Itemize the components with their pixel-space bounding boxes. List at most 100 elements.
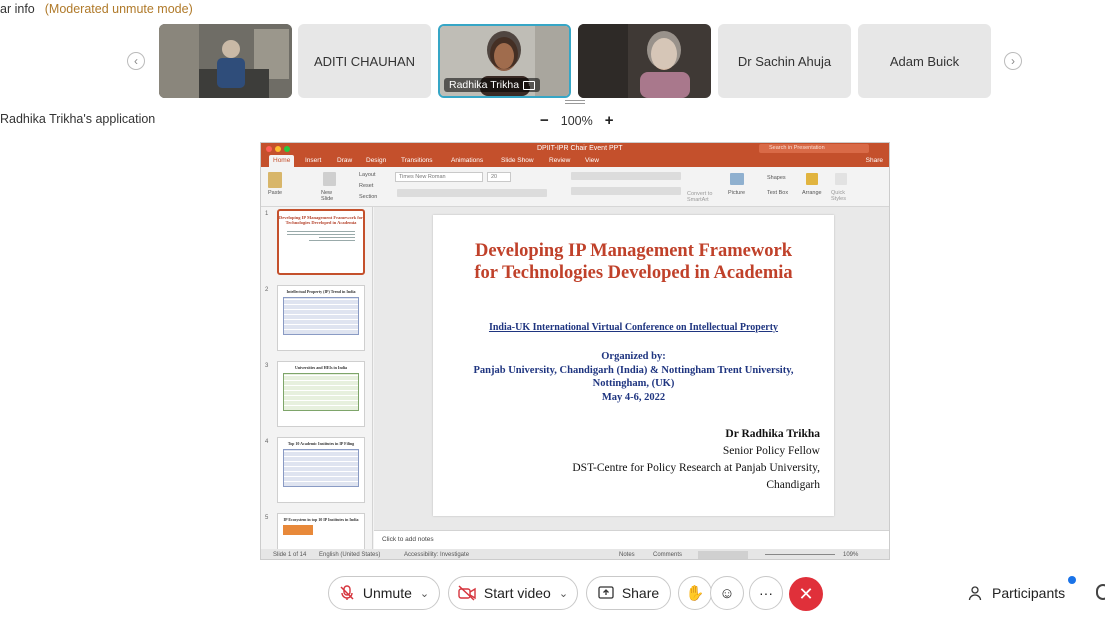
thumb-table — [283, 449, 359, 487]
unmute-button[interactable]: Unmute ⌄ — [328, 576, 440, 610]
ppt-text-box-label: Text Box — [767, 190, 789, 196]
slide-title: Developing IP Management Framework for T… — [433, 240, 834, 284]
reactions-button[interactable]: ☺ — [710, 576, 744, 610]
shared-application-label: Radhika Trikha's application — [0, 112, 156, 126]
video-tile-4[interactable] — [578, 24, 711, 98]
ppt-reset-label: Reset — [359, 183, 374, 189]
thumb-number: 4 — [265, 439, 269, 445]
ppt-new-slide-label: New Slide — [321, 190, 334, 202]
ppt-tab-draw: Draw — [337, 157, 353, 164]
author-org: DST-Centre for Policy Research at Panjab… — [572, 462, 820, 474]
chevron-right-icon[interactable]: › — [1004, 52, 1022, 70]
ppt-tab-review: Review — [549, 157, 571, 164]
start-video-label: Start video — [483, 585, 551, 601]
share-zoom-control: − 100% + — [540, 112, 614, 129]
maximize-window-icon — [284, 146, 290, 152]
leave-meeting-button[interactable]: ✕ — [789, 577, 823, 611]
ppt-tab-insert: Insert — [305, 157, 322, 164]
video-feed — [578, 24, 711, 98]
thumb-number: 2 — [265, 287, 269, 293]
participant-name: Adam Buick — [889, 53, 960, 69]
ppt-tab-animations: Animations — [451, 157, 484, 164]
ppt-tab-design: Design — [366, 157, 387, 164]
participant-tile-aditi[interactable]: ADITI CHAUHAN — [298, 24, 431, 98]
ppt-search-box: Search in Presentation — [759, 144, 869, 153]
slide-thumbnails-panel: 1 Developing IP Management Framework for… — [261, 207, 373, 559]
thumb-title: Universities and HEIs in India — [294, 365, 347, 370]
notes-pane: Click to add notes — [374, 530, 889, 549]
current-slide: Developing IP Management Framework for T… — [433, 215, 834, 516]
conference-dates: May 4-6, 2022 — [601, 391, 666, 403]
ppt-tab-slide-show: Slide Show — [501, 157, 534, 164]
quick-styles-icon — [835, 173, 847, 185]
slide-title-line: Developing IP Management Framework — [474, 241, 793, 261]
ppt-convert-smartart-label: Convert to SmartArt — [687, 191, 713, 203]
minimize-window-icon — [275, 146, 281, 152]
chat-icon[interactable] — [1096, 584, 1105, 600]
picture-icon — [730, 173, 744, 185]
thumb-text-line — [287, 231, 355, 232]
ppt-tab-home: Home — [269, 155, 295, 167]
video-tile-active-speaker[interactable]: Radhika Trikha ↑ — [438, 24, 571, 98]
zoom-slider — [765, 554, 835, 555]
alignment-icons — [571, 187, 681, 195]
author-block: Dr Radhika Trikha Senior Policy Fellow D… — [572, 426, 820, 494]
participants-button[interactable]: Participants — [968, 585, 1065, 601]
language-label: English (United States) — [319, 552, 381, 558]
slide-title-line: for Technologies Developed in Academia — [474, 263, 793, 283]
raise-hand-icon: ✋ — [685, 585, 705, 602]
meeting-info: ar info (Moderated unmute mode) — [0, 2, 193, 16]
start-video-button[interactable]: Start video ⌄ — [448, 576, 578, 610]
ppt-ribbon: Paste New Slide Layout Reset Section Tim… — [261, 167, 889, 207]
resize-handle[interactable] — [565, 100, 585, 104]
participants-label: Participants — [992, 585, 1066, 601]
share-label: Share — [621, 585, 660, 601]
zoom-value: 100% — [560, 113, 593, 128]
ppt-share-button: Share — [865, 157, 883, 164]
zoom-out-button[interactable]: − — [540, 112, 549, 129]
participant-name: ADITI CHAUHAN — [313, 53, 416, 69]
video-tile-1[interactable] — [159, 24, 292, 98]
organizer-line: Nottingham, (UK) — [592, 378, 675, 389]
slide-thumbnail-4: Top 10 Academic Institutes in IP Filing — [277, 437, 365, 503]
thumb-text-line — [309, 240, 355, 241]
participant-tile-adam[interactable]: Adam Buick — [858, 24, 991, 98]
thumb-title: Intellectual Property (IP) Trend in Indi… — [286, 289, 356, 294]
chevron-down-icon[interactable]: ⌄ — [420, 587, 429, 600]
participant-name: Radhika Trikha — [449, 79, 520, 91]
unmute-label: Unmute — [362, 585, 412, 601]
organizers-block: Organized by: Panjab University, Chandig… — [433, 350, 834, 404]
more-options-button[interactable]: ··· — [749, 576, 783, 610]
author-org: Chandigarh — [766, 479, 820, 491]
ppt-layout-label: Layout — [359, 172, 376, 178]
thumb-shape — [283, 525, 313, 535]
video-off-icon — [458, 585, 476, 601]
slide-count: Slide 1 of 14 — [273, 552, 307, 558]
unmute-mode-label: (Moderated unmute mode) — [44, 2, 193, 16]
notes-toggle: Notes — [619, 552, 635, 558]
video-feed — [159, 24, 292, 98]
zoom-in-button[interactable]: + — [605, 112, 614, 129]
font-format-icons — [397, 189, 547, 197]
chevron-down-icon[interactable]: ⌄ — [559, 587, 568, 600]
comments-toggle: Comments — [653, 552, 683, 558]
thumb-table — [283, 373, 359, 411]
emoji-reaction-icon: ☺ — [719, 584, 735, 602]
thumb-title: Developing IP Management Framework for T… — [279, 215, 363, 225]
chevron-left-icon[interactable]: ‹ — [127, 52, 145, 70]
ppt-font-size-field: 20 — [487, 172, 511, 182]
view-buttons-icon — [698, 551, 748, 559]
thumb-text-line — [287, 234, 355, 235]
ppt-section-label: Section — [359, 194, 378, 200]
slide-thumbnail-2: Intellectual Property (IP) Trend in Indi… — [277, 285, 365, 351]
participant-name: Dr Sachin Ahuja — [737, 53, 832, 69]
participant-tile-sachin[interactable]: Dr Sachin Ahuja — [718, 24, 851, 98]
slide-thumbnail-3: Universities and HEIs in India — [277, 361, 365, 427]
raise-hand-button[interactable]: ✋ — [678, 576, 712, 610]
thumb-title: Top 10 Academic Institutes in IP Filing — [287, 441, 355, 446]
organizer-line: Panjab University, Chandigarh (India) & … — [473, 364, 794, 376]
ppt-ribbon-tabs: Home Insert Draw Design Transitions Anim… — [261, 155, 889, 167]
share-button[interactable]: Share — [586, 576, 671, 610]
thumb-number: 1 — [265, 211, 269, 217]
meeting-info-label[interactable]: ar info — [0, 2, 35, 16]
